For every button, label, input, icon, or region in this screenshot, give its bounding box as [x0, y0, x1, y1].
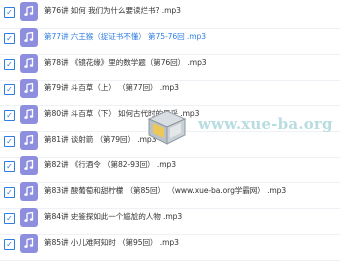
- music-note-icon: [20, 79, 38, 98]
- checkbox[interactable]: ✓: [4, 84, 15, 95]
- list-item-title: 第77讲 六王猴（捉证书不懂） 第75-76回 .mp3: [44, 32, 206, 41]
- list-item-title: 第84讲 史鉴探如此一个尴尬的人物 .mp3: [44, 212, 183, 221]
- checkbox[interactable]: ✓: [4, 213, 15, 224]
- box-icon: [146, 107, 188, 147]
- list-item[interactable]: ✓ 第79讲 斗百草（上） （第77回） .mp3: [0, 77, 340, 106]
- music-note-icon: [20, 182, 38, 201]
- list-item-title: 第82讲 《行酒令 （第82-93回） .mp3: [44, 160, 176, 169]
- checkbox[interactable]: ✓: [4, 7, 15, 18]
- checkbox[interactable]: ✓: [4, 239, 15, 250]
- list-item-title: 第76讲 如何 我们为什么要读烂书? .mp3: [44, 6, 181, 15]
- music-note-icon: [20, 54, 38, 73]
- list-item-title: 第85讲 小儿难阿知时 （第95回） .mp3: [44, 238, 179, 247]
- music-note-icon: [20, 208, 38, 227]
- checkbox[interactable]: ✓: [4, 187, 15, 198]
- music-note-icon: [20, 28, 38, 47]
- music-note-icon: [20, 234, 38, 253]
- checkbox[interactable]: ✓: [4, 161, 15, 172]
- list-item[interactable]: ✓ 第83讲 酸葡萄和甜柠檬 （第85回） （www.xue-ba.org学霸网）…: [0, 180, 340, 209]
- checkbox[interactable]: ✓: [4, 136, 15, 147]
- checkbox[interactable]: ✓: [4, 110, 15, 121]
- music-note-icon: [20, 131, 38, 150]
- list-item-title: 第79讲 斗百草（上） （第77回） .mp3: [44, 83, 179, 92]
- list-item[interactable]: ✓ 第76讲 如何 我们为什么要读烂书? .mp3: [0, 0, 340, 29]
- music-note-icon: [20, 2, 38, 21]
- music-note-icon: [20, 156, 38, 175]
- list-item-title: 第78讲 《镜花缘》里的数学题（第76回） .mp3: [44, 58, 207, 67]
- checkbox[interactable]: ✓: [4, 59, 15, 70]
- list-item-title: 第83讲 酸葡萄和甜柠檬 （第85回） （www.xue-ba.org学霸网） …: [44, 186, 287, 195]
- music-note-icon: [20, 105, 38, 124]
- list-item[interactable]: ✓ 第82讲 《行酒令 （第82-93回） .mp3: [0, 154, 340, 183]
- list-item[interactable]: ✓ 第85讲 小儿难阿知时 （第95回） .mp3: [0, 232, 340, 261]
- list-item[interactable]: ✓ 第77讲 六王猴（捉证书不懂） 第75-76回 .mp3: [0, 26, 340, 55]
- watermark: www.xue-ba.org: [146, 107, 336, 155]
- watermark-text: www.xue-ba.org: [198, 115, 333, 133]
- checkbox[interactable]: ✓: [4, 33, 15, 44]
- list-item[interactable]: ✓ 第84讲 史鉴探如此一个尴尬的人物 .mp3: [0, 206, 340, 235]
